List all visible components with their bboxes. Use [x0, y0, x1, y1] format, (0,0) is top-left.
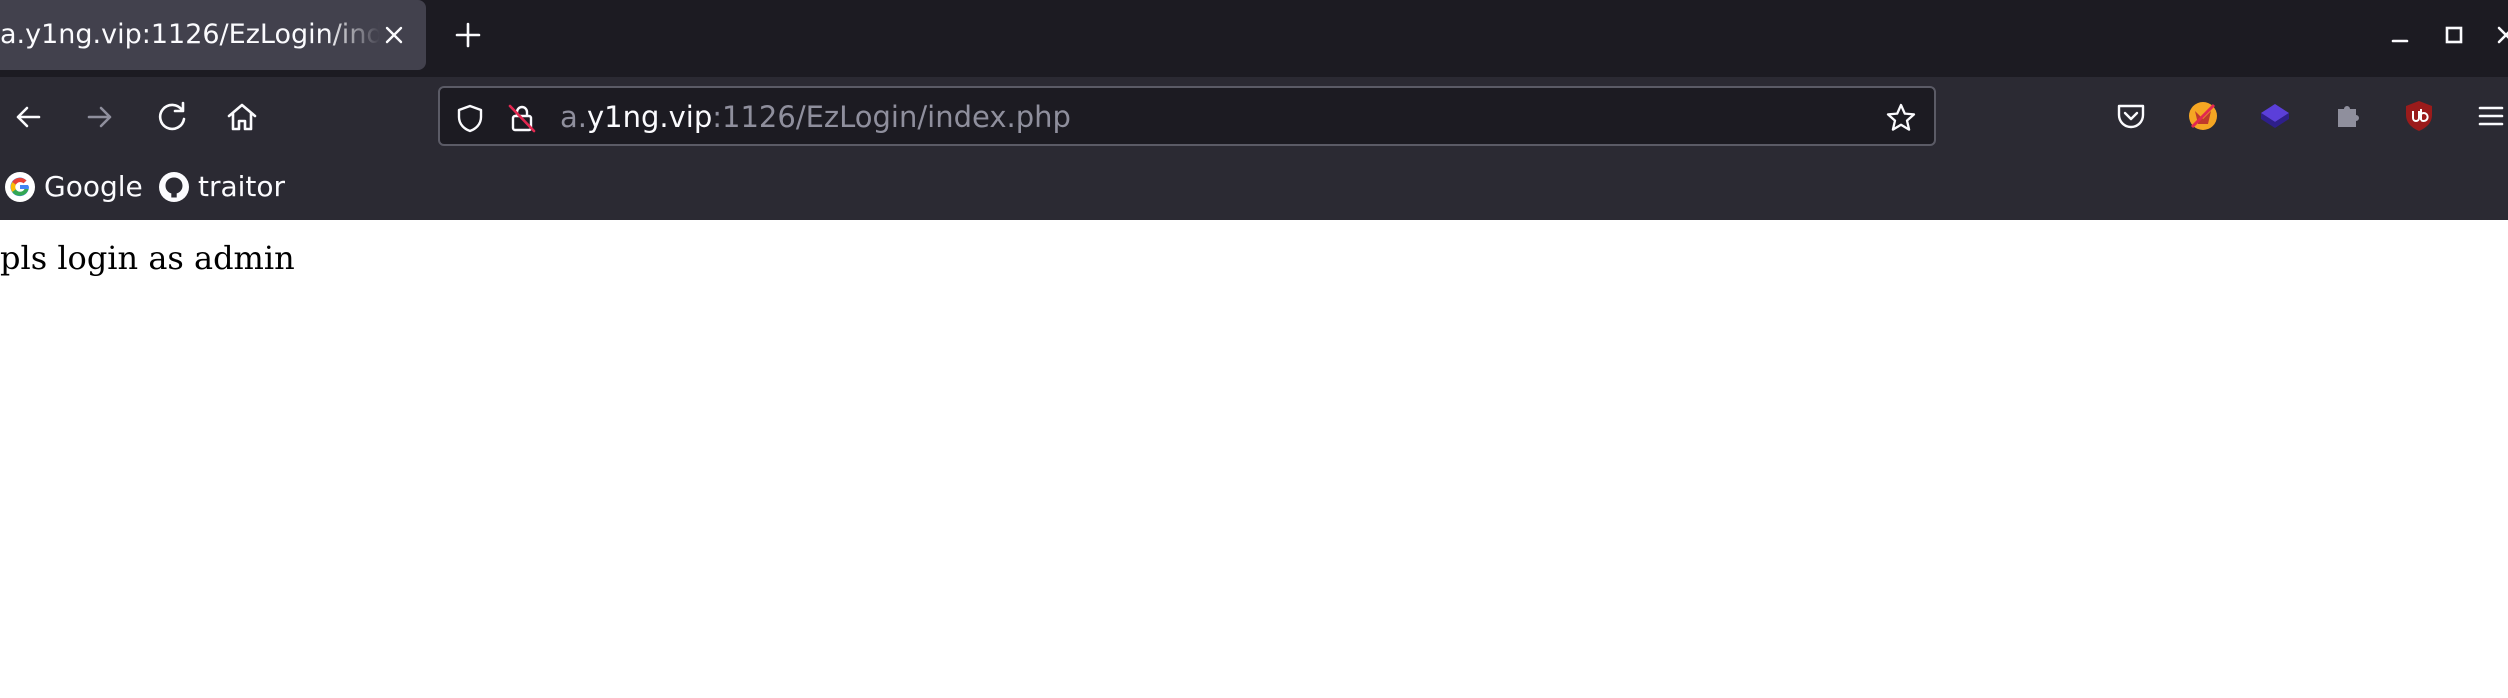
arrow-right-icon[interactable]: [80, 97, 120, 137]
bookmark-label: Google: [44, 170, 143, 203]
ublock-origin-icon[interactable]: [2400, 97, 2438, 135]
insecure-lock-icon[interactable]: [506, 102, 538, 134]
url-prefix: a.: [560, 100, 587, 134]
pocket-icon[interactable]: [2112, 97, 2150, 135]
tracking-protection-shield-icon[interactable]: [454, 102, 486, 134]
arrow-left-icon[interactable]: [8, 97, 48, 137]
extensions-puzzle-icon[interactable]: [2328, 97, 2366, 135]
tab-strip: a.y1ng.vip:1126/EzLogin/index.php: [0, 0, 2508, 77]
url-bar[interactable]: a.y1ng.vip:1126/EzLogin/index.php: [438, 86, 1936, 146]
tab-title: a.y1ng.vip:1126/EzLogin/index.php: [0, 19, 380, 50]
extension-fox-icon[interactable]: [2184, 97, 2222, 135]
navigation-toolbar: a.y1ng.vip:1126/EzLogin/index.php: [0, 77, 2508, 157]
page-message: pls login as admin: [0, 239, 295, 277]
reload-icon[interactable]: [152, 97, 192, 137]
google-icon: [4, 171, 36, 203]
url-text[interactable]: a.y1ng.vip:1126/EzLogin/index.php: [560, 99, 1071, 135]
tab-active[interactable]: a.y1ng.vip:1126/EzLogin/index.php: [0, 0, 426, 70]
extension-cube-icon[interactable]: [2256, 97, 2294, 135]
bookmarks-toolbar: Google traitor: [0, 157, 2508, 220]
url-path: :1126/EzLogin/index.php: [712, 100, 1071, 134]
tab-close-icon[interactable]: [380, 21, 408, 49]
bookmark-label: traitor: [198, 170, 286, 203]
github-icon: [158, 171, 190, 203]
page-content: pls login as admin: [0, 220, 2508, 698]
minimize-icon[interactable]: [2384, 19, 2416, 51]
maximize-icon[interactable]: [2438, 19, 2470, 51]
bookmark-traitor[interactable]: traitor: [158, 167, 288, 207]
bookmark-star-icon[interactable]: [1884, 101, 1918, 135]
window-close-icon[interactable]: [2490, 19, 2508, 51]
bookmark-google[interactable]: Google: [4, 167, 143, 207]
hamburger-menu-icon[interactable]: [2472, 97, 2508, 135]
home-icon[interactable]: [222, 97, 262, 137]
new-tab-plus-icon[interactable]: [450, 17, 486, 53]
browser-chrome: a.y1ng.vip:1126/EzLogin/index.php: [0, 0, 2508, 220]
url-host: y1ng.vip: [587, 100, 713, 134]
